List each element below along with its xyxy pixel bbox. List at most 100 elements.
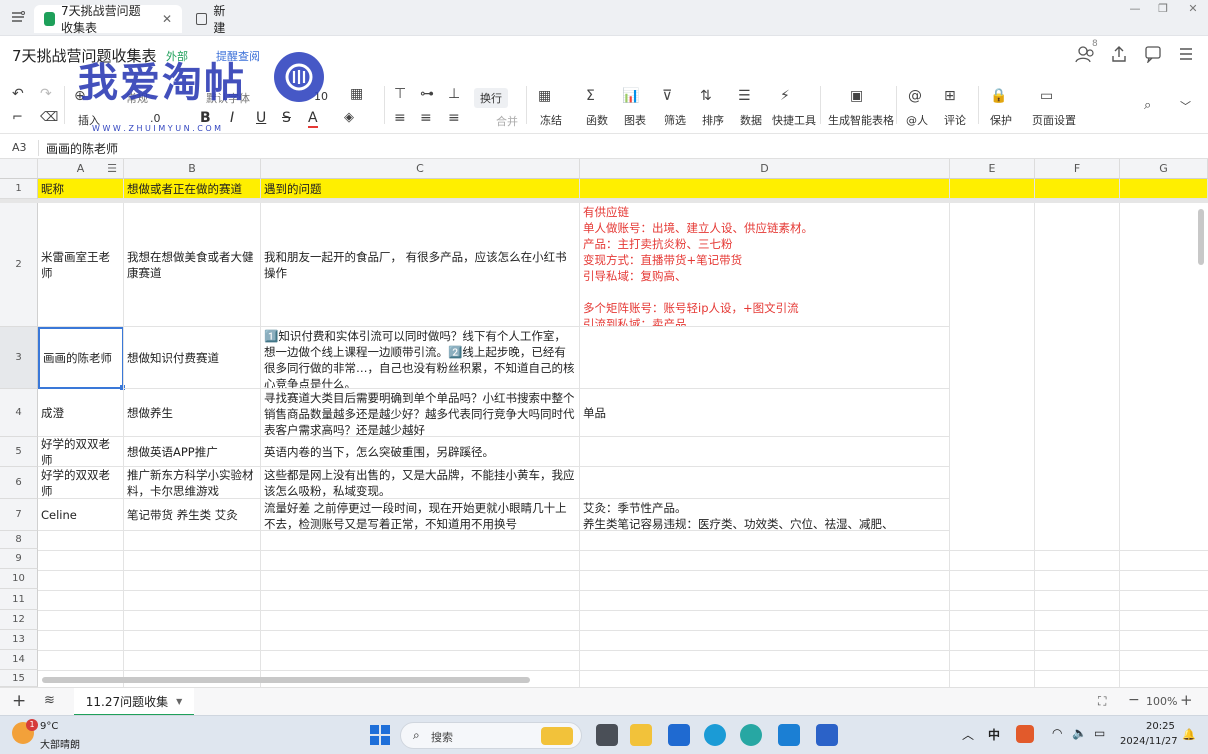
freeze-icon[interactable]: ▦: [538, 88, 551, 104]
header-cell-g[interactable]: [1120, 179, 1208, 199]
cell-c6[interactable]: 这些都是网上没有出售的，又是大品牌，不能挂小黄车，我应该怎么吸粉，私域变现。: [261, 467, 580, 499]
row-header[interactable]: 12: [0, 610, 38, 630]
row-header[interactable]: 15: [0, 670, 38, 687]
row-header[interactable]: 11: [0, 589, 38, 610]
task-view-icon[interactable]: [596, 724, 618, 746]
column-header-a[interactable]: A ☰: [38, 159, 124, 179]
tray-app-icon[interactable]: [1016, 725, 1034, 743]
sort-icon[interactable]: ⇅: [700, 88, 712, 104]
toolbar-item-comment[interactable]: 评论: [944, 112, 966, 128]
toolbar-item-smart-table[interactable]: 生成智能表格: [828, 112, 894, 128]
comment-icon[interactable]: [1144, 45, 1162, 65]
volume-icon[interactable]: 🔈: [1072, 726, 1087, 740]
cell-reference[interactable]: A3: [12, 141, 27, 154]
header-cell-nickname[interactable]: 昵称: [38, 179, 124, 199]
horizontal-scrollbar[interactable]: [42, 677, 530, 683]
toolbar-item-page-setup[interactable]: 页面设置: [1032, 112, 1076, 128]
cell-a3[interactable]: 画画的陈老师: [38, 327, 124, 389]
mention-icon[interactable]: @: [908, 88, 922, 104]
cell-a4[interactable]: 成澄: [38, 389, 124, 437]
toolbar-item-quick-tools[interactable]: 快捷工具: [772, 112, 816, 128]
row-header[interactable]: 9: [0, 549, 38, 569]
header-cell-d[interactable]: [580, 179, 950, 199]
share-icon[interactable]: [1110, 45, 1128, 63]
smart-table-icon[interactable]: ▣: [850, 88, 863, 104]
input-method[interactable]: 中: [988, 726, 1000, 743]
toolbar-item-freeze[interactable]: 冻结: [540, 112, 562, 128]
cell-b2[interactable]: 我想在想做美食或者大健康赛道: [124, 203, 261, 327]
filter-icon[interactable]: ⊽: [662, 88, 672, 104]
toolbar-item-function[interactable]: 函数: [586, 112, 608, 128]
more-menu-icon[interactable]: [1178, 46, 1194, 62]
cell-c7[interactable]: 流量好差 之前停更过一段时间，现在开始更就小眼睛几十上不去，检测账号又是写着正常…: [261, 499, 580, 531]
cell-c4[interactable]: 寻找赛道大类目后需要明确到单个单品吗？小红书搜索中整个销售商品数量越多还是越少好…: [261, 389, 580, 437]
cell-a7[interactable]: Celine: [38, 499, 124, 531]
row-header[interactable]: 4: [0, 389, 38, 437]
column-header-c[interactable]: C: [261, 159, 580, 179]
chevron-down-icon[interactable]: ﹀: [1180, 98, 1191, 114]
mail-icon[interactable]: [668, 724, 690, 746]
lock-icon[interactable]: 🔒: [990, 88, 1007, 104]
cell-b5[interactable]: 想做英语APP推广: [124, 437, 261, 467]
wifi-icon[interactable]: ◠: [1052, 726, 1062, 740]
fit-screen-icon[interactable]: ⛶: [1098, 694, 1106, 709]
cell-b7[interactable]: 笔记带货 养生类 艾灸: [124, 499, 261, 531]
row-header[interactable]: 1: [0, 179, 38, 199]
column-header-f[interactable]: F: [1035, 159, 1120, 179]
edge-icon[interactable]: [704, 724, 726, 746]
zoom-out-button[interactable]: −: [1128, 692, 1140, 708]
notification-bell-icon[interactable]: 🔔: [1182, 728, 1196, 741]
app-icon[interactable]: [816, 724, 838, 746]
header-cell-e[interactable]: [950, 179, 1035, 199]
corner-cell[interactable]: [0, 159, 38, 179]
tab-document[interactable]: 7天挑战营问题收集表 ✕: [34, 4, 182, 35]
cell-c3[interactable]: 1️⃣知识付费和实体引流可以同时做吗？线下有个人工作室，想一边做个线上课程一边顺…: [261, 327, 580, 389]
row-header[interactable]: 13: [0, 630, 38, 650]
quick-tools-icon[interactable]: ⚡: [780, 88, 790, 104]
column-header-b[interactable]: B: [124, 159, 261, 179]
filter-icon[interactable]: ☰: [107, 159, 117, 179]
redo-icon[interactable]: ↷: [40, 86, 52, 102]
header-cell-f[interactable]: [1035, 179, 1120, 199]
show-hidden-icons[interactable]: ︿: [962, 726, 974, 743]
column-header-d[interactable]: D: [580, 159, 950, 179]
cell-a6[interactable]: 好学的双双老师: [38, 467, 124, 499]
clock-time[interactable]: 20:25: [1146, 721, 1175, 732]
toolbar-item-data[interactable]: 数据: [740, 112, 762, 128]
fill-color-icon[interactable]: ◈: [344, 110, 354, 125]
align-center-icon[interactable]: ≡: [420, 110, 432, 126]
battery-icon[interactable]: ▭: [1094, 726, 1105, 740]
add-sheet-button[interactable]: +: [12, 691, 26, 711]
cell-d6[interactable]: [580, 467, 950, 499]
formula-input[interactable]: 画画的陈老师: [46, 140, 118, 157]
vertical-scrollbar[interactable]: [1198, 209, 1204, 265]
cell-b3[interactable]: 想做知识付费赛道: [124, 327, 261, 389]
row-header[interactable]: 5: [0, 437, 38, 467]
row-header[interactable]: 8: [0, 531, 38, 549]
file-explorer-icon[interactable]: [630, 724, 652, 746]
data-icon[interactable]: ☰: [738, 88, 751, 104]
row-header[interactable]: 14: [0, 650, 38, 670]
border-icon[interactable]: ▦: [350, 86, 363, 102]
close-window-icon[interactable]: ✕: [1180, 2, 1206, 16]
clock-date[interactable]: 2024/11/27: [1120, 736, 1178, 747]
row-header[interactable]: 6: [0, 467, 38, 499]
wrap-text-button[interactable]: 换行: [474, 88, 508, 108]
column-header-e[interactable]: E: [950, 159, 1035, 179]
minimize-icon[interactable]: —: [1122, 2, 1148, 16]
zoom-in-button[interactable]: +: [1180, 691, 1193, 709]
merge-button[interactable]: 合并: [496, 113, 518, 129]
undo-icon[interactable]: ↶: [12, 86, 24, 102]
cell-d2[interactable]: 有供应链 单人做账号：出境、建立人设、供应链素材。 产品：主打卖抗炎粉、三七粉 …: [580, 203, 950, 327]
align-middle-icon[interactable]: ⊶: [420, 86, 434, 102]
sheet-list-icon[interactable]: ≋: [44, 693, 55, 708]
column-header-g[interactable]: G: [1120, 159, 1208, 179]
align-top-icon[interactable]: ⊤: [394, 86, 406, 102]
taskbar-search[interactable]: ⌕ 搜索: [400, 722, 582, 749]
toolbar-item-chart[interactable]: 图表: [624, 112, 646, 128]
toolbar-item-mention[interactable]: @人: [906, 112, 928, 128]
toolbar-item-sort[interactable]: 排序: [702, 112, 724, 128]
spreadsheet-grid[interactable]: A ☰ B C D E F G 1 2 3 4 5 6 7 8 9 10 11 1…: [0, 159, 1208, 687]
windows-start-icon[interactable]: [370, 725, 390, 745]
browser-icon[interactable]: [740, 724, 762, 746]
